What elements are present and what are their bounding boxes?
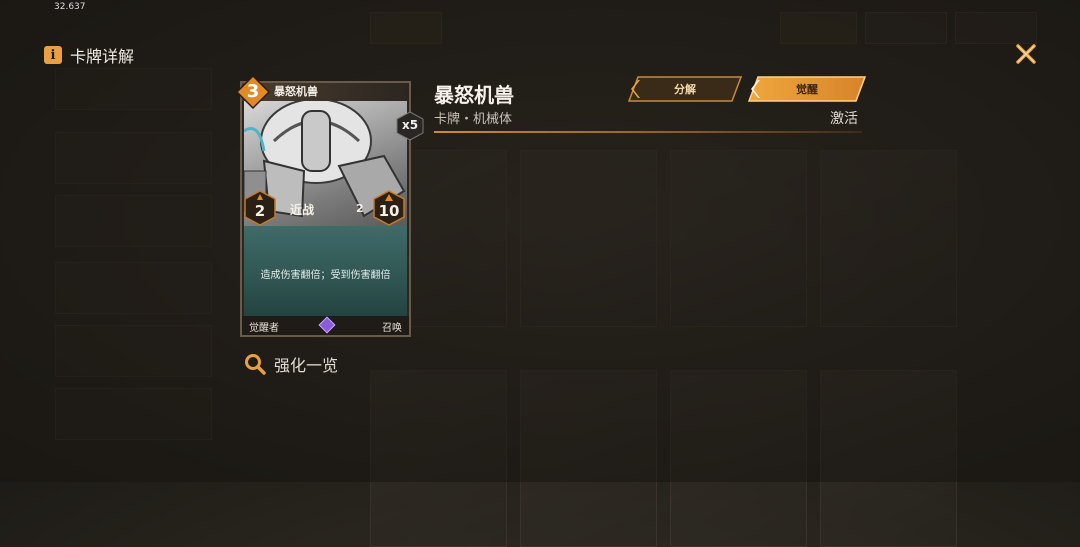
info-icon: i	[44, 46, 62, 64]
count-badge: x5	[396, 111, 424, 141]
search-icon	[245, 354, 266, 375]
awaken-button[interactable]: 觉醒	[748, 76, 866, 102]
card-footer-type: 召唤	[382, 323, 402, 334]
melee-label: 近战	[290, 203, 315, 217]
card-info-title: 暴怒机兽	[434, 83, 514, 107]
awaken-label: 觉醒	[796, 83, 818, 96]
close-button[interactable]	[1012, 40, 1040, 68]
enhance-overview-button[interactable]: 强化一览	[244, 352, 338, 376]
attack-value: 2	[254, 202, 266, 220]
decompose-label: 分解	[674, 83, 696, 96]
attack-stat: 2	[244, 190, 276, 226]
card-count: x5	[401, 118, 419, 132]
card-info-subtitle: 卡牌・机械体	[434, 112, 513, 127]
card-status: 激活	[830, 111, 858, 127]
card-cost: 3	[246, 81, 260, 102]
dialog-title: 卡牌详解	[70, 47, 135, 66]
rarity-gem-icon	[318, 316, 336, 334]
health-value: 10	[378, 202, 400, 220]
decompose-button[interactable]: 分解	[628, 76, 742, 102]
health-stat: 10	[373, 190, 405, 226]
card-description: 造成伤害翻倍；受到伤害翻倍	[260, 270, 391, 281]
divider	[434, 131, 862, 133]
cost-badge: 3	[235, 74, 271, 110]
status-time: 32.637	[54, 2, 86, 12]
dialog-header: i 卡牌详解	[44, 43, 134, 67]
card-footer-class: 觉醒者	[249, 323, 279, 334]
card-description-area: 造成伤害翻倍；受到伤害翻倍	[244, 226, 407, 316]
dim-overlay	[0, 0, 1080, 482]
card-footer: 觉醒者 召唤	[242, 316, 409, 335]
close-icon	[1016, 44, 1036, 64]
card-small-stat: 2	[356, 202, 364, 215]
enhance-overview-label: 强化一览	[274, 356, 339, 375]
